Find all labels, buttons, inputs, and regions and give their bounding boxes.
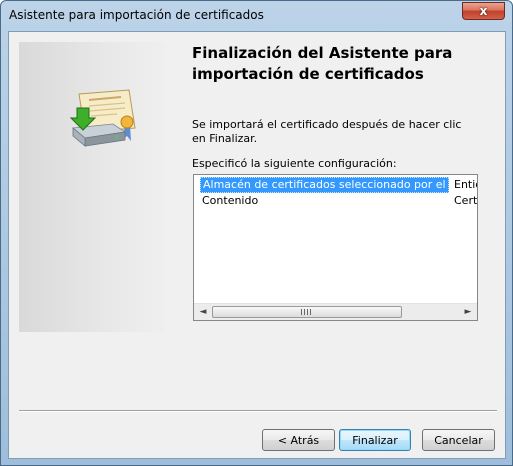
wizard-content: Finalización del Asistente para importac… [8, 31, 506, 459]
title-bar[interactable]: Asistente para importación de certificad… [1, 1, 512, 31]
settings-list-label: Especificó la siguiente configuración: [192, 157, 397, 170]
page-title: Finalización del Asistente para importac… [192, 44, 453, 83]
close-button[interactable]: x [462, 2, 505, 20]
scroll-left-arrow-icon[interactable]: ◄ [195, 304, 211, 320]
wizard-side-panel [19, 42, 166, 332]
list-item-value: Certi [454, 194, 478, 207]
button-separator [19, 410, 497, 412]
cancel-button[interactable]: Cancelar [422, 429, 495, 451]
back-button[interactable]: < Atrás [262, 429, 335, 451]
scrollbar-thumb[interactable] [212, 306, 402, 318]
certificate-install-icon [69, 89, 136, 147]
finish-button[interactable]: Finalizar [339, 429, 411, 451]
completion-description: Se importará el certificado después de h… [192, 118, 462, 145]
list-item-setting: Contenido [202, 194, 259, 207]
list-item-setting: Almacén de certificados seleccionado por… [200, 177, 477, 193]
scroll-right-arrow-icon[interactable]: ► [460, 304, 476, 320]
settings-list[interactable]: Almacén de certificados seleccionado por… [193, 174, 478, 321]
horizontal-scrollbar[interactable]: ◄ ► [194, 303, 477, 320]
list-item-value: Entid [454, 178, 477, 191]
scrollbar-grip-icon [301, 309, 311, 315]
close-icon: x [479, 4, 488, 18]
wizard-window: Asistente para importación de certificad… [0, 0, 513, 466]
window-title: Asistente para importación de certificad… [9, 8, 264, 22]
